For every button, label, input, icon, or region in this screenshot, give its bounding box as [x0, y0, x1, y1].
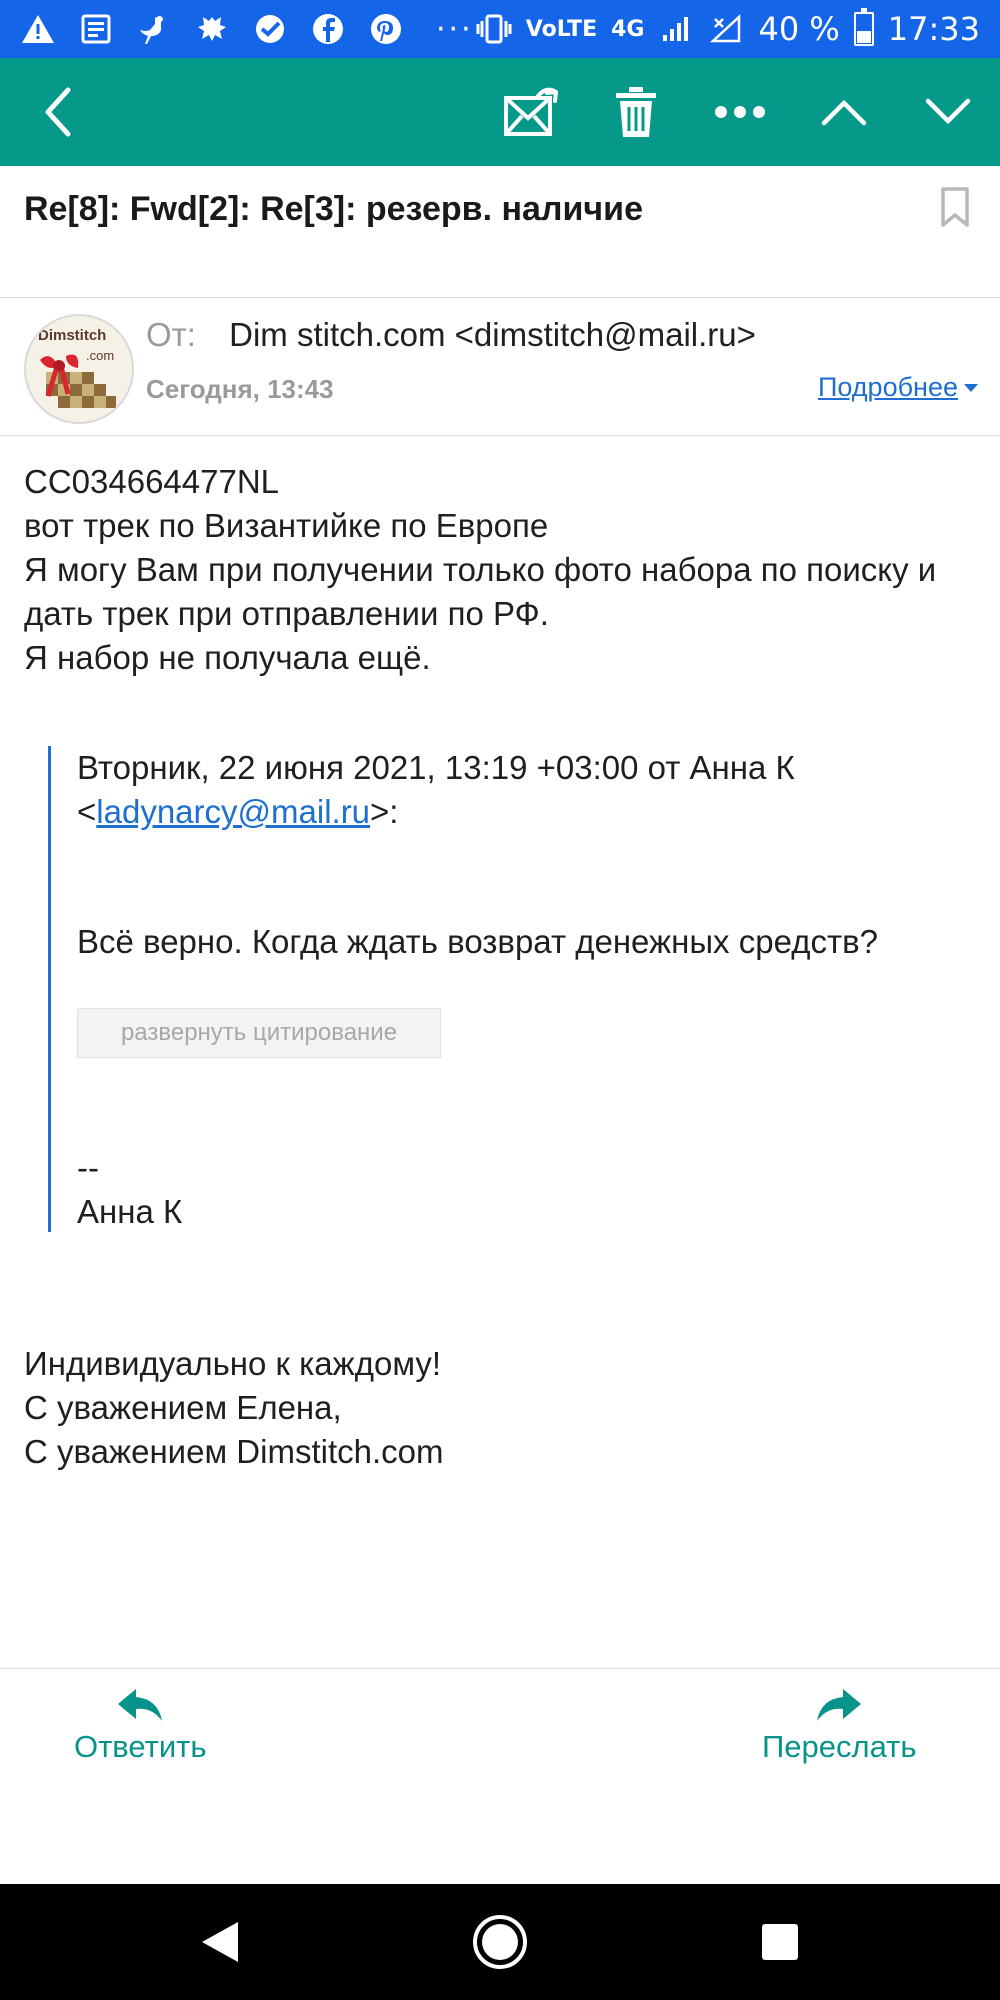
nav-back-button[interactable] — [190, 1912, 250, 1972]
from-label: От: — [146, 316, 196, 353]
quoted-message: Вторник, 22 июня 2021, 13:19 +03:00 от А… — [48, 746, 968, 1232]
system-icons: VoLTE 4G 40 % 17:33 — [476, 8, 980, 48]
facebook-icon — [310, 11, 346, 47]
square-recents-icon — [762, 1924, 798, 1960]
more-button[interactable] — [688, 58, 792, 166]
subject-header: Re[8]: Fwd[2]: Re[3]: резерв. наличие — [0, 166, 1000, 298]
signature-line: С уважением Елена, — [24, 1389, 342, 1426]
caret-down-icon — [964, 383, 978, 392]
signature-line: С уважением Dimstitch.com — [24, 1433, 444, 1470]
bookmark-icon — [941, 187, 969, 227]
trash-icon — [616, 87, 656, 137]
quote-header: Вторник, 22 июня 2021, 13:19 +03:00 от А… — [77, 746, 957, 834]
dimstitch-logo: Dimstitch .com — [26, 316, 132, 422]
news-icon — [78, 11, 114, 47]
mail-toolbar — [0, 58, 1000, 166]
more-icon — [715, 106, 765, 118]
chevron-up-icon — [821, 99, 867, 126]
from-row: От: Dim stitch.com <dimstitch@mail.ru> — [146, 316, 756, 354]
nav-home-button[interactable] — [470, 1912, 530, 1972]
svg-text:.com: .com — [86, 348, 114, 363]
back-button[interactable] — [0, 58, 116, 166]
mark-unread-button[interactable] — [480, 58, 584, 166]
quote-text: Всё верно. Когда ждать возврат денежных … — [77, 923, 878, 960]
details-link[interactable]: Подробнее — [818, 372, 978, 403]
status-bar: ··· VoLTE 4G 40 % 17:33 — [0, 0, 1000, 58]
expand-quote-button[interactable]: развернуть цитирование — [77, 1008, 441, 1058]
message-body: CC034664477NL вот трек по Византийке по … — [24, 460, 984, 680]
delete-button[interactable] — [584, 58, 688, 166]
next-message-button[interactable] — [896, 58, 1000, 166]
network-type: 4G — [611, 16, 645, 42]
signature-line: Индивидуально к каждому! — [24, 1345, 442, 1382]
battery-level — [856, 31, 871, 43]
quote-close-bracket: >: — [370, 793, 399, 830]
prev-message-button[interactable] — [792, 58, 896, 166]
no-signal-icon — [708, 11, 744, 47]
sender-info: Dimstitch .com От: Dim stitch.com <dimst… — [0, 298, 1000, 436]
svg-text:Dimstitch: Dimstitch — [38, 327, 106, 344]
forward-button[interactable]: Переслать — [762, 1687, 917, 1765]
notification-icons: ··· — [20, 11, 474, 47]
ostrich-icon — [136, 11, 172, 47]
sber-icon — [252, 11, 288, 47]
clock: 17:33 — [887, 10, 980, 48]
emblem-icon — [194, 11, 230, 47]
reply-label: Ответить — [74, 1729, 207, 1764]
avatar[interactable]: Dimstitch .com — [24, 314, 134, 424]
message-subject: Re[8]: Fwd[2]: Re[3]: резерв. наличие — [24, 190, 643, 228]
body-line: Я набор не получала ещё. — [24, 639, 431, 676]
signal-icon — [658, 11, 694, 47]
volte-label: VoLTE — [525, 16, 598, 42]
quote-header-text: Вторник, 22 июня 2021, 13:19 +03:00 от А… — [77, 749, 795, 786]
more-notifications: ··· — [436, 11, 474, 47]
message-date: Сегодня, 13:43 — [146, 374, 334, 404]
battery-icon — [853, 8, 874, 46]
back-arrow-icon — [45, 87, 71, 137]
navigation-bar — [0, 1884, 1000, 2000]
reply-icon — [118, 1689, 163, 1721]
message-actions: Ответить Переслать — [0, 1668, 1000, 1884]
nav-recents-button[interactable] — [750, 1912, 810, 1972]
flag-button[interactable] — [938, 186, 972, 230]
forward-icon — [817, 1689, 862, 1721]
chevron-down-icon — [925, 98, 971, 125]
body-line: CC034664477NL — [24, 463, 280, 500]
forward-label: Переслать — [762, 1729, 917, 1764]
triangle-back-icon — [202, 1922, 238, 1962]
details-label: Подробнее — [817, 372, 958, 402]
quote-signature-name: Анна К — [77, 1193, 183, 1230]
pinterest-icon — [368, 11, 404, 47]
circle-home-icon — [473, 1915, 527, 1969]
body-line: Я могу Вам при получении только фото наб… — [24, 551, 937, 632]
body-line: вот трек по Византийке по Европе — [24, 507, 549, 544]
signature: Индивидуально к каждому! С уважением Еле… — [24, 1342, 984, 1474]
vibrate-icon — [476, 11, 512, 47]
from-address[interactable]: Dim stitch.com <dimstitch@mail.ru> — [229, 316, 756, 353]
quote-signature-separator: -- — [77, 1149, 99, 1186]
battery-percent: 40 % — [758, 10, 840, 48]
reply-button[interactable]: Ответить — [74, 1687, 207, 1765]
quote-email-link[interactable]: ladynarcy@mail.ru — [96, 793, 370, 830]
mark-unread-icon — [504, 87, 558, 136]
quote-open-bracket: < — [77, 793, 97, 830]
warning-icon — [20, 11, 56, 47]
